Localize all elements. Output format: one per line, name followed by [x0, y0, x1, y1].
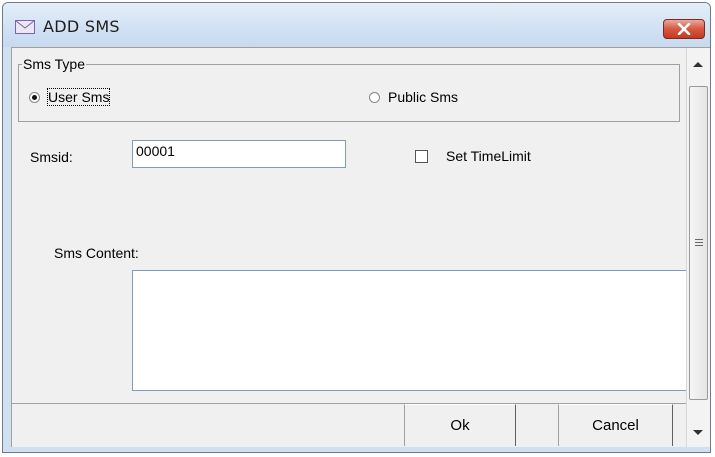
close-button[interactable]	[663, 19, 705, 39]
grip-line	[695, 239, 703, 240]
vertical-scrollbar[interactable]	[686, 48, 710, 447]
user-sms-radio[interactable]: User Sms	[29, 88, 111, 106]
close-x-icon	[677, 23, 691, 35]
set-timelimit-label: Set TimeLimit	[446, 148, 531, 164]
add-sms-dialog: ADD SMS Sms Type User Sms Public Sms Sms…	[2, 2, 711, 453]
ok-button[interactable]: Ok	[404, 404, 516, 446]
public-sms-radio[interactable]: Public Sms	[369, 89, 458, 105]
scroll-thumb[interactable]	[689, 86, 708, 400]
smsid-label: Smsid:	[30, 149, 73, 165]
dialog-footer: Ok Cancel	[12, 403, 710, 447]
scroll-up-arrow-icon[interactable]	[693, 62, 703, 67]
sms-content-label: Sms Content:	[54, 245, 139, 261]
set-timelimit-checkbox[interactable]	[415, 150, 428, 163]
smsid-input[interactable]: 00001	[132, 140, 346, 168]
radio-checked-indicator	[29, 91, 40, 103]
grip-line	[695, 242, 703, 243]
grip-line	[695, 245, 703, 246]
public-sms-label: Public Sms	[388, 89, 459, 105]
dialog-client-area: Sms Type User Sms Public Sms Smsid: 0000…	[11, 47, 710, 447]
scroll-down-arrow-icon[interactable]	[693, 430, 703, 435]
cancel-button[interactable]: Cancel	[558, 404, 673, 446]
sms-type-group: Sms Type User Sms Public Sms	[18, 56, 680, 122]
dialog-title: ADD SMS	[43, 17, 120, 36]
radio-unchecked-indicator	[369, 91, 380, 103]
sms-type-legend: Sms Type	[22, 56, 86, 72]
user-sms-label: User Sms	[46, 88, 111, 106]
title-bar[interactable]: ADD SMS	[3, 3, 710, 47]
sms-content-textarea[interactable]	[132, 270, 686, 391]
mail-envelope-icon	[15, 20, 35, 34]
